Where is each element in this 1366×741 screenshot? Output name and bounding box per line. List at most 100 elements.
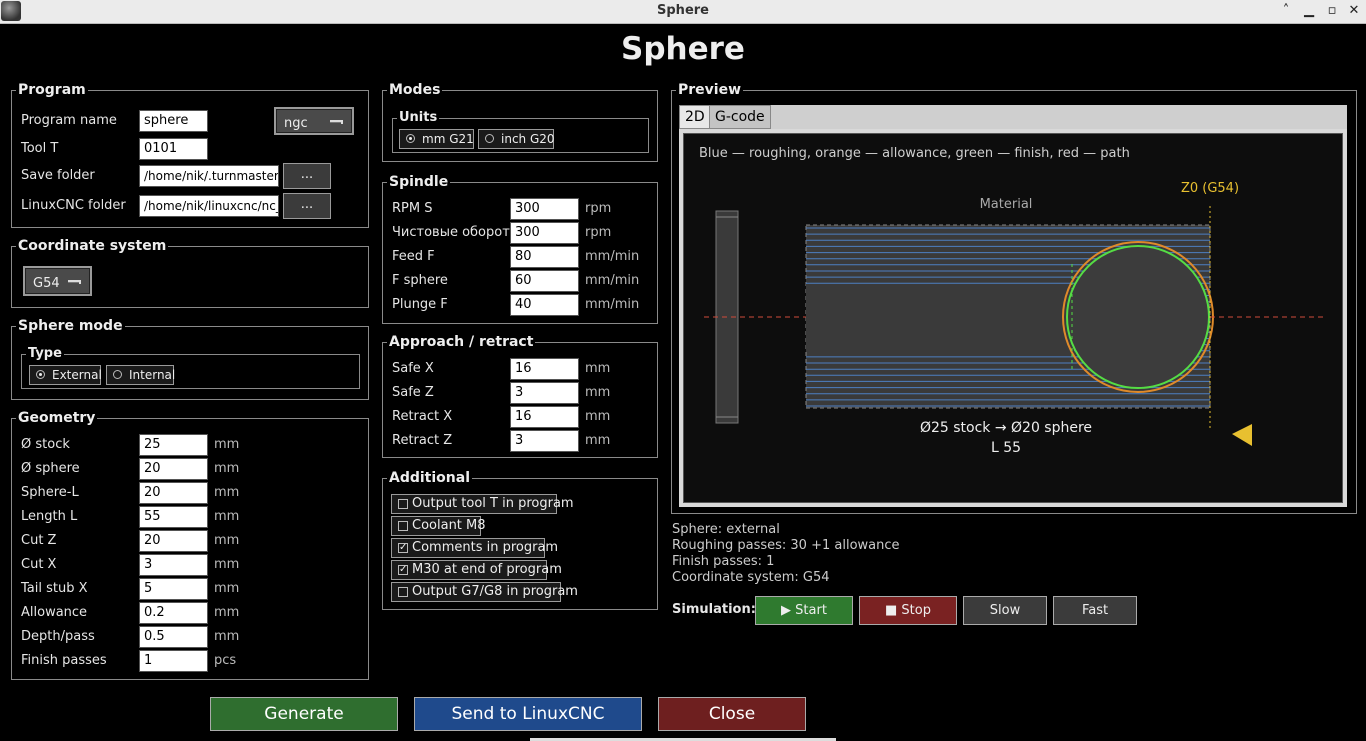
minimize-icon[interactable]: ▁: [1300, 2, 1318, 20]
sphere-mode-title: Sphere mode: [16, 318, 125, 334]
spindle-input[interactable]: 80: [510, 246, 579, 268]
geometry-title: Geometry: [16, 410, 98, 426]
geometry-label: Finish passes: [21, 653, 107, 668]
approach-label: Safe Z: [392, 385, 434, 400]
geometry-unit: mm: [214, 605, 240, 620]
coordinate-system-title: Coordinate system: [16, 238, 169, 254]
type-title: Type: [26, 346, 64, 362]
preview-canvas: Blue — roughing, orange — allowance, gre…: [699, 146, 1324, 456]
generate-button[interactable]: Generate: [210, 697, 398, 731]
info-coordinate-system: Coordinate system: G54: [672, 570, 830, 585]
program-name-input[interactable]: sphere: [139, 110, 208, 132]
approach-input[interactable]: 16: [510, 406, 579, 428]
geometry-label: Allowance: [21, 605, 88, 620]
geometry-input[interactable]: 25: [139, 434, 208, 456]
page-title: Sphere: [621, 31, 745, 67]
geometry-input[interactable]: 20: [139, 482, 208, 504]
additional-checkbox-label: Output G7/G8 in program: [412, 584, 578, 599]
approach-input[interactable]: 16: [510, 358, 579, 380]
dimension-length: L 55: [991, 440, 1021, 456]
send-to-linuxcnc-button[interactable]: Send to LinuxCNC: [414, 697, 642, 731]
geometry-unit: mm: [214, 557, 240, 572]
preview-canvas-frame: Blue — roughing, orange — allowance, gre…: [683, 133, 1343, 503]
linuxcnc-folder-input[interactable]: /home/nik/linuxcnc/nc_fil: [139, 195, 279, 217]
close-button[interactable]: Close: [658, 697, 806, 731]
additional-checkbox-label: M30 at end of program: [412, 562, 562, 577]
approach-unit: mm: [585, 385, 611, 400]
dropdown-indicator-icon: [330, 120, 343, 124]
spindle-input[interactable]: 300: [510, 198, 579, 220]
info-sphere-type: Sphere: external: [672, 522, 780, 537]
additional-checkbox-label: Comments in program: [412, 540, 559, 555]
spindle-unit: mm/min: [585, 273, 640, 288]
geometry-input[interactable]: 20: [139, 458, 208, 480]
additional-checkbox[interactable]: Output G7/G8 in program: [391, 582, 578, 602]
additional-checkbox[interactable]: Coolant M8: [391, 516, 486, 536]
spindle-label: RPM S: [392, 201, 433, 216]
spindle-unit: rpm: [585, 225, 612, 240]
geometry-unit: mm: [214, 629, 240, 644]
spindle-input[interactable]: 300: [510, 222, 579, 244]
approach-input[interactable]: 3: [510, 382, 579, 404]
extension-dropdown[interactable]: ngc: [274, 107, 354, 135]
simulation-fast-button[interactable]: Fast: [1053, 596, 1137, 625]
geometry-input[interactable]: 55: [139, 506, 208, 528]
external-radio[interactable]: External: [29, 365, 102, 385]
simulation-start-button[interactable]: ▶ Start: [755, 596, 853, 625]
geometry-unit: mm: [214, 509, 240, 524]
spindle-label: F sphere: [392, 273, 448, 288]
info-finish-passes: Finish passes: 1: [672, 554, 775, 569]
simulation-slow-button[interactable]: Slow: [963, 596, 1047, 625]
tool-input[interactable]: 0101: [139, 138, 208, 160]
approach-label: Retract X: [392, 409, 453, 424]
units-title: Units: [397, 110, 440, 126]
extension-value: ngc: [284, 116, 308, 131]
coordinate-system-dropdown[interactable]: G54: [23, 266, 92, 296]
sphere-finish-outline: [1066, 245, 1210, 389]
radio-selected-icon: [36, 370, 45, 379]
geometry-input[interactable]: 5: [139, 578, 208, 600]
spindle-unit: mm/min: [585, 297, 640, 312]
simulation-stop-button[interactable]: ■ Stop: [859, 596, 957, 625]
radio-empty-icon: [485, 134, 494, 143]
save-folder-input[interactable]: /home/nik/.turnmaster/ge: [139, 165, 279, 187]
geometry-input[interactable]: 3: [139, 554, 208, 576]
spindle-input[interactable]: 60: [510, 270, 579, 292]
additional-checkbox[interactable]: Output tool T in program: [391, 494, 574, 514]
dimension-diameters: Ø25 stock → Ø20 sphere: [920, 420, 1092, 436]
approach-input[interactable]: 3: [510, 430, 579, 452]
spindle-unit: rpm: [585, 201, 612, 216]
geometry-input[interactable]: 0.2: [139, 602, 208, 624]
spindle-label: Чистовые обороты: [392, 225, 521, 240]
save-folder-browse-button[interactable]: ...: [283, 163, 331, 189]
linuxcnc-folder-label: LinuxCNC folder: [21, 198, 126, 213]
program-name-label: Program name: [21, 113, 117, 128]
spindle-label: Feed F: [392, 249, 435, 264]
maximize-icon[interactable]: ▫: [1323, 2, 1341, 20]
spindle-title: Spindle: [387, 174, 451, 190]
geometry-label: Length L: [21, 509, 78, 524]
geometry-input[interactable]: 0.5: [139, 626, 208, 648]
geometry-input[interactable]: 1: [139, 650, 208, 672]
geometry-unit: mm: [214, 533, 240, 548]
additional-checkbox[interactable]: ✓ M30 at end of program: [391, 560, 562, 580]
additional-checkbox-label: Coolant M8: [412, 518, 486, 533]
units-inch-radio[interactable]: inch G20: [478, 129, 555, 149]
checkbox-checked-icon: ✓: [398, 542, 408, 553]
internal-radio[interactable]: Internal: [106, 365, 175, 385]
spindle-input[interactable]: 40: [510, 294, 579, 316]
tab-2d[interactable]: 2D: [679, 105, 711, 129]
part-core: [806, 284, 1074, 352]
units-mm-radio[interactable]: mm G21: [399, 129, 474, 149]
material-label: Material: [980, 197, 1033, 212]
approach-retract-title: Approach / retract: [387, 334, 536, 350]
linuxcnc-folder-browse-button[interactable]: ...: [283, 193, 331, 219]
preview-title: Preview: [676, 82, 744, 98]
tab-gcode[interactable]: G-code: [709, 105, 771, 129]
checkbox-checked-icon: ✓: [398, 564, 408, 575]
chevron-up-icon[interactable]: ˄: [1277, 2, 1295, 20]
additional-checkbox[interactable]: ✓ Comments in program: [391, 538, 558, 558]
close-icon[interactable]: ✕: [1345, 2, 1363, 20]
geometry-label: Tail stub X: [21, 581, 88, 596]
geometry-input[interactable]: 20: [139, 530, 208, 552]
